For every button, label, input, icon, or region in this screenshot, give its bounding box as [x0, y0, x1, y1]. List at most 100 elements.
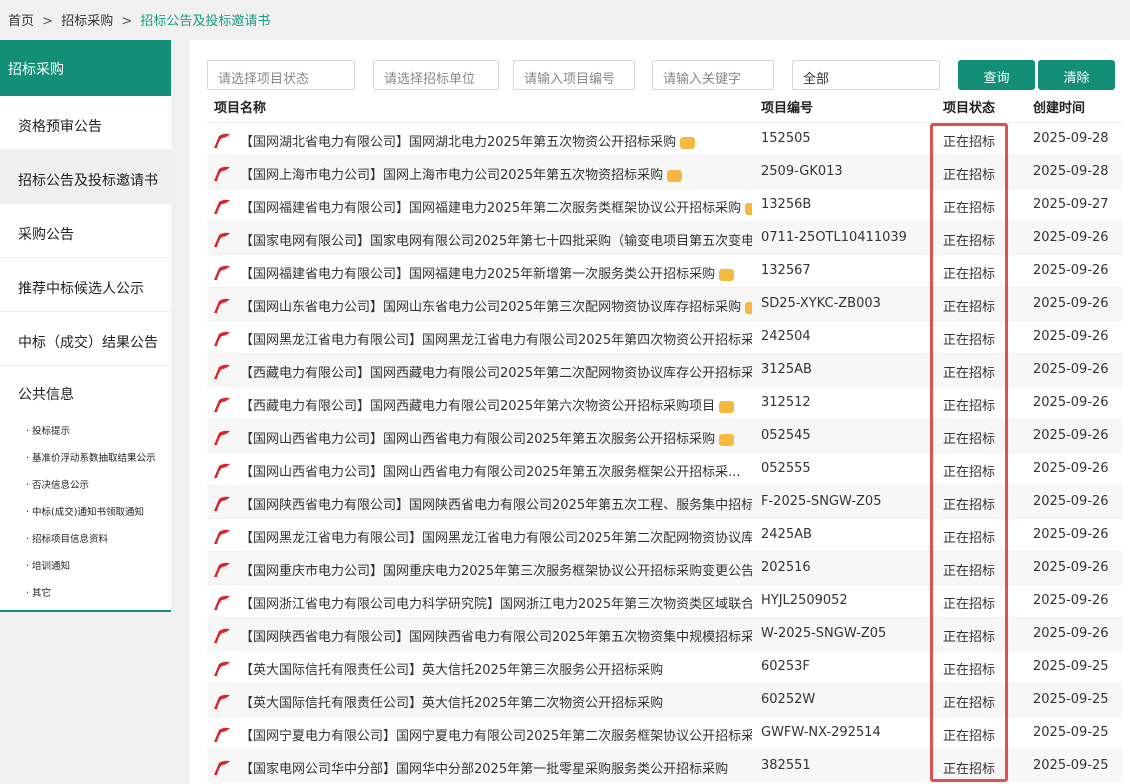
created-date: 2025-09-25 — [1033, 659, 1109, 674]
project-status: 正在招标 — [943, 630, 996, 645]
filter-bar: 请选择项目状态 请选择招标单位 请输入项目编号 请输入关键字 全部 查询 清除 — [207, 60, 1122, 90]
project-status: 正在招标 — [943, 465, 996, 480]
table-row[interactable]: 【国网宁夏电力有限公司】国网宁夏电力有限公司2025年第二次服务框架协议公开招标… — [207, 716, 1122, 749]
red-flag-icon — [214, 694, 230, 709]
table-row[interactable]: 【国网黑龙江省电力有限公司】国网黑龙江省电力有限公司2025年第四次物资公开招标… — [207, 320, 1122, 353]
breadcrumb-home[interactable]: 首页 — [8, 10, 34, 29]
project-title-link[interactable]: 【西藏电力有限公司】国网西藏电力有限公司2025年第六次物资公开招标采购项目 — [240, 395, 752, 414]
sidebar-sub-item[interactable]: 投标提示 — [0, 418, 171, 445]
project-status: 正在招标 — [943, 366, 996, 381]
project-status: 正在招标 — [943, 432, 996, 447]
project-title-link[interactable]: 【国家电网公司华中分部】国网华中分部2025年第一批零星采购服务类公开招标采购 — [240, 758, 752, 777]
red-flag-icon — [214, 364, 230, 379]
bidding-unit-select[interactable]: 请选择招标单位 — [373, 60, 499, 90]
table-row[interactable]: 【国网山东省电力公司】国网山东省电力公司2025年第三次配网物资协议库存招标采购… — [207, 287, 1122, 320]
sidebar-public-info[interactable]: 公共信息 — [0, 366, 171, 418]
header-project-code: 项目编号 — [761, 101, 814, 116]
main-panel: 请选择项目状态 请选择招标单位 请输入项目编号 请输入关键字 全部 查询 清除 … — [190, 40, 1130, 784]
project-title-link[interactable]: 【国网陕西省电力有限公司】国网陕西省电力有限公司2025年第五次物资集中规模招标… — [240, 626, 752, 645]
project-code: 242504 — [761, 329, 811, 344]
project-code-input[interactable]: 请输入项目编号 — [513, 60, 635, 90]
project-code: 202516 — [761, 560, 811, 575]
scope-select[interactable]: 全部 — [792, 60, 940, 90]
created-date: 2025-09-26 — [1033, 362, 1109, 377]
red-flag-icon — [214, 232, 230, 247]
table-row[interactable]: 【国网陕西省电力有限公司】国网陕西省电力有限公司2025年第五次工程、服务集中招… — [207, 485, 1122, 518]
sidebar-sub-item[interactable]: 否决信息公示 — [0, 472, 171, 499]
sidebar-header[interactable]: 招标采购 — [0, 40, 171, 96]
project-title-link[interactable]: 【国网黑龙江省电力有限公司】国网黑龙江省电力有限公司2025年第二次配网物资协议… — [240, 527, 752, 546]
project-title-link[interactable]: 【国网重庆市电力公司】国网重庆电力2025年第三次服务框架协议公开招标采购变更公… — [240, 560, 752, 579]
project-title-link[interactable]: 【国网湖北省电力有限公司】国网湖北电力2025年第五次物资公开招标采购 — [240, 131, 752, 150]
new-badge-icon — [667, 169, 683, 182]
sidebar-item-candidate-publicity[interactable]: 推荐中标候选人公示 — [0, 258, 171, 312]
project-title-link[interactable]: 【英大国际信托有限责任公司】英大信托2025年第三次服务公开招标采购 — [240, 659, 752, 678]
table-row[interactable]: 【国网陕西省电力有限公司】国网陕西省电力有限公司2025年第五次物资集中规模招标… — [207, 617, 1122, 650]
sidebar-item-prequalification[interactable]: 资格预审公告 — [0, 96, 171, 150]
project-status: 正在招标 — [943, 300, 996, 315]
project-title-link[interactable]: 【国网福建省电力有限公司】国网福建电力2025年第二次服务类框架协议公开招标采购 — [240, 197, 752, 216]
table-row[interactable]: 【英大国际信托有限责任公司】英大信托2025年第三次服务公开招标采购 60253… — [207, 650, 1122, 683]
created-date: 2025-09-26 — [1033, 230, 1109, 245]
table-row[interactable]: 【国网重庆市电力公司】国网重庆电力2025年第三次服务框架协议公开招标采购变更公… — [207, 551, 1122, 584]
project-code: HYJL2509052 — [761, 593, 848, 608]
table-row[interactable]: 【国网福建省电力有限公司】国网福建电力2025年第二次服务类框架协议公开招标采购… — [207, 188, 1122, 221]
project-code: 152505 — [761, 131, 811, 146]
sidebar: 招标采购 资格预审公告 招标公告及投标邀请书 采购公告 推荐中标候选人公示 中标… — [0, 40, 171, 612]
sidebar-sub-item[interactable]: 中标(成交)通知书领取通知 — [0, 499, 171, 526]
created-date: 2025-09-26 — [1033, 527, 1109, 542]
new-badge-icon — [680, 136, 696, 149]
project-code: W-2025-SNGW-Z05 — [761, 626, 887, 641]
sidebar-sub-item[interactable]: 其它 — [0, 580, 171, 607]
project-title-link[interactable]: 【国网浙江省电力有限公司电力科学研究院】国网浙江电力2025年第三次物资类区域联… — [240, 593, 752, 612]
new-badge-icon — [719, 268, 735, 281]
table-row[interactable]: 【西藏电力有限公司】国网西藏电力有限公司2025年第六次物资公开招标采购项目 3… — [207, 386, 1122, 419]
project-title-link[interactable]: 【国网上海市电力公司】国网上海市电力公司2025年第五次物资招标采购 — [240, 164, 752, 183]
sidebar-item-procurement-notice[interactable]: 采购公告 — [0, 204, 171, 258]
table-row[interactable]: 【国网福建省电力有限公司】国网福建电力2025年新增第一次服务类公开招标采购 1… — [207, 254, 1122, 287]
sidebar-item-award-result[interactable]: 中标（成交）结果公告 — [0, 312, 171, 366]
clear-button[interactable]: 清除 — [1038, 60, 1115, 90]
project-title-link[interactable]: 【国网陕西省电力有限公司】国网陕西省电力有限公司2025年第五次工程、服务集中招… — [240, 494, 752, 513]
project-status: 正在招标 — [943, 762, 996, 777]
breadcrumb-procurement[interactable]: 招标采购 — [61, 10, 113, 29]
created-date: 2025-09-26 — [1033, 428, 1109, 443]
breadcrumb-current: 招标公告及投标邀请书 — [140, 14, 271, 29]
project-title-link[interactable]: 【国家电网有限公司】国家电网有限公司2025年第七十四批采购（输变电项目第五次变… — [240, 230, 752, 249]
project-title-link[interactable]: 【国网宁夏电力有限公司】国网宁夏电力有限公司2025年第二次服务框架协议公开招标… — [240, 725, 752, 744]
table-row[interactable]: 【国网山西省电力公司】国网山西省电力有限公司2025年第五次服务公开招标采购 0… — [207, 419, 1122, 452]
table-row[interactable]: 【国网黑龙江省电力有限公司】国网黑龙江省电力有限公司2025年第二次配网物资协议… — [207, 518, 1122, 551]
sidebar-sub-item[interactable]: 招标项目信息资料 — [0, 526, 171, 553]
table-row[interactable]: 【英大国际信托有限责任公司】英大信托2025年第二次物资公开招标采购 60252… — [207, 683, 1122, 716]
project-title-link[interactable]: 【国网山东省电力公司】国网山东省电力公司2025年第三次配网物资协议库存招标采购 — [240, 296, 752, 315]
sidebar-item-tender-notice[interactable]: 招标公告及投标邀请书 — [0, 150, 171, 204]
sidebar-sub-item[interactable]: 培训通知 — [0, 553, 171, 580]
created-date: 2025-09-26 — [1033, 263, 1109, 278]
header-project-name: 项目名称 — [214, 101, 267, 116]
project-title-link[interactable]: 【国网福建省电力有限公司】国网福建电力2025年新增第一次服务类公开招标采购 — [240, 263, 752, 282]
created-date: 2025-09-28 — [1033, 164, 1109, 179]
new-badge-icon — [745, 202, 752, 215]
table-row[interactable]: 【国家电网公司华中分部】国网华中分部2025年第一批零星采购服务类公开招标采购 … — [207, 749, 1122, 782]
project-title-link[interactable]: 【西藏电力有限公司】国网西藏电力有限公司2025年第二次配网物资协议库存公开招标… — [240, 362, 752, 381]
table-row[interactable]: 【国网上海市电力公司】国网上海市电力公司2025年第五次物资招标采购 2509-… — [207, 155, 1122, 188]
keyword-input[interactable]: 请输入关键字 — [652, 60, 774, 90]
project-status: 正在招标 — [943, 663, 996, 678]
project-status-select[interactable]: 请选择项目状态 — [207, 60, 355, 90]
header-project-status: 项目状态 — [943, 101, 996, 116]
table-row[interactable]: 【国家电网有限公司】国家电网有限公司2025年第七十四批采购（输变电项目第五次变… — [207, 221, 1122, 254]
table-body: 【国网湖北省电力有限公司】国网湖北电力2025年第五次物资公开招标采购 1525… — [207, 122, 1122, 782]
project-title-link[interactable]: 【国网山西省电力公司】国网山西省电力有限公司2025年第五次服务公开招标采购 — [240, 428, 752, 447]
project-title-link[interactable]: 【英大国际信托有限责任公司】英大信托2025年第二次物资公开招标采购 — [240, 692, 752, 711]
project-title-link[interactable]: 【国网黑龙江省电力有限公司】国网黑龙江省电力有限公司2025年第四次物资公开招标… — [240, 329, 752, 348]
project-status: 正在招标 — [943, 597, 996, 612]
table-row[interactable]: 【国网浙江省电力有限公司电力科学研究院】国网浙江电力2025年第三次物资类区域联… — [207, 584, 1122, 617]
red-flag-icon — [214, 628, 230, 643]
created-date: 2025-09-26 — [1033, 560, 1109, 575]
sidebar-sub-item[interactable]: 基准价浮动系数抽取结果公示 — [0, 445, 171, 472]
table-row[interactable]: 【国网湖北省电力有限公司】国网湖北电力2025年第五次物资公开招标采购 1525… — [207, 122, 1122, 155]
project-title-link[interactable]: 【国网山西省电力公司】国网山西省电力有限公司2025年第五次服务框架公开招标采.… — [240, 461, 752, 480]
table-row[interactable]: 【国网山西省电力公司】国网山西省电力有限公司2025年第五次服务框架公开招标采.… — [207, 452, 1122, 485]
table-row[interactable]: 【西藏电力有限公司】国网西藏电力有限公司2025年第二次配网物资协议库存公开招标… — [207, 353, 1122, 386]
query-button[interactable]: 查询 — [958, 60, 1035, 90]
